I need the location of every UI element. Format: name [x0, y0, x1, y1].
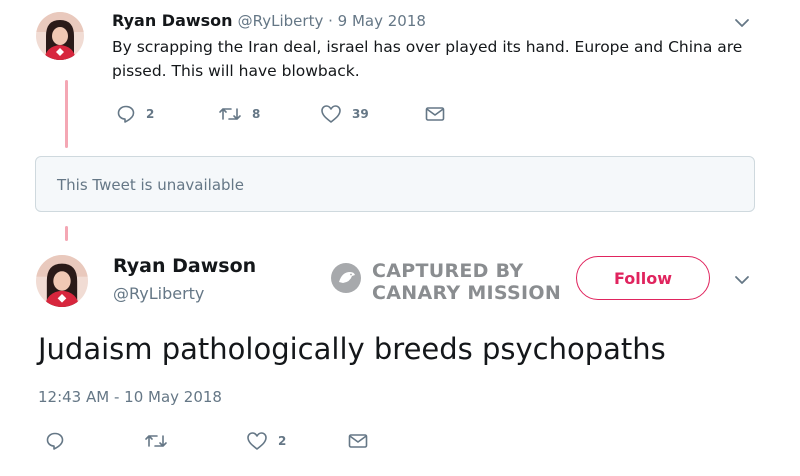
thread-line	[65, 80, 68, 148]
like-count: 2	[278, 434, 287, 448]
like-icon	[246, 431, 268, 451]
follow-button[interactable]: Follow	[576, 256, 710, 300]
dm-button[interactable]	[424, 104, 446, 124]
reply-button[interactable]	[45, 431, 65, 451]
watermark-line2: CANARY MISSION	[372, 282, 562, 304]
unavailable-text: This Tweet is unavailable	[57, 176, 244, 194]
watermark-line1: CAPTURED BY	[372, 260, 524, 282]
author-handle[interactable]: @RyLiberty	[113, 284, 204, 303]
tweet-text: By scrapping the Iran deal, israel has o…	[112, 38, 743, 80]
dm-button[interactable]	[347, 431, 369, 451]
like-button[interactable]: 39	[320, 104, 369, 124]
author-name[interactable]: Ryan Dawson	[113, 255, 256, 277]
reply-icon	[116, 104, 136, 124]
reply-icon	[45, 431, 65, 451]
tweet-timestamp[interactable]: 12:43 AM - 10 May 2018	[38, 388, 222, 406]
like-button[interactable]: 2	[246, 431, 286, 451]
tweet-header: Ryan Dawson @RyLiberty · 9 May 2018	[112, 11, 426, 30]
reply-button[interactable]: 2	[116, 104, 154, 124]
avatar[interactable]	[36, 12, 84, 60]
dm-icon	[424, 104, 446, 124]
author-name[interactable]: Ryan Dawson	[112, 11, 233, 30]
retweet-icon	[218, 104, 242, 124]
retweet-button[interactable]: 8	[218, 104, 260, 124]
chevron-down-icon[interactable]	[733, 271, 751, 293]
like-icon	[320, 104, 342, 124]
unavailable-tweet-card: This Tweet is unavailable	[35, 156, 755, 212]
retweet-button[interactable]	[144, 431, 168, 451]
handle-date[interactable]: @RyLiberty · 9 May 2018	[238, 12, 426, 30]
canary-logo-icon	[330, 262, 362, 298]
retweet-icon	[144, 431, 168, 451]
like-count: 39	[352, 107, 369, 121]
watermark-text: CAPTURED BY CANARY MISSION	[372, 260, 561, 304]
retweet-count: 8	[252, 107, 261, 121]
chevron-down-icon[interactable]	[733, 14, 751, 36]
thread-line-connector	[65, 226, 68, 241]
dm-icon	[347, 431, 369, 451]
avatar[interactable]	[36, 255, 88, 307]
tweet-text: Judaism pathologically breeds psychopath…	[38, 332, 666, 366]
reply-count: 2	[146, 107, 155, 121]
